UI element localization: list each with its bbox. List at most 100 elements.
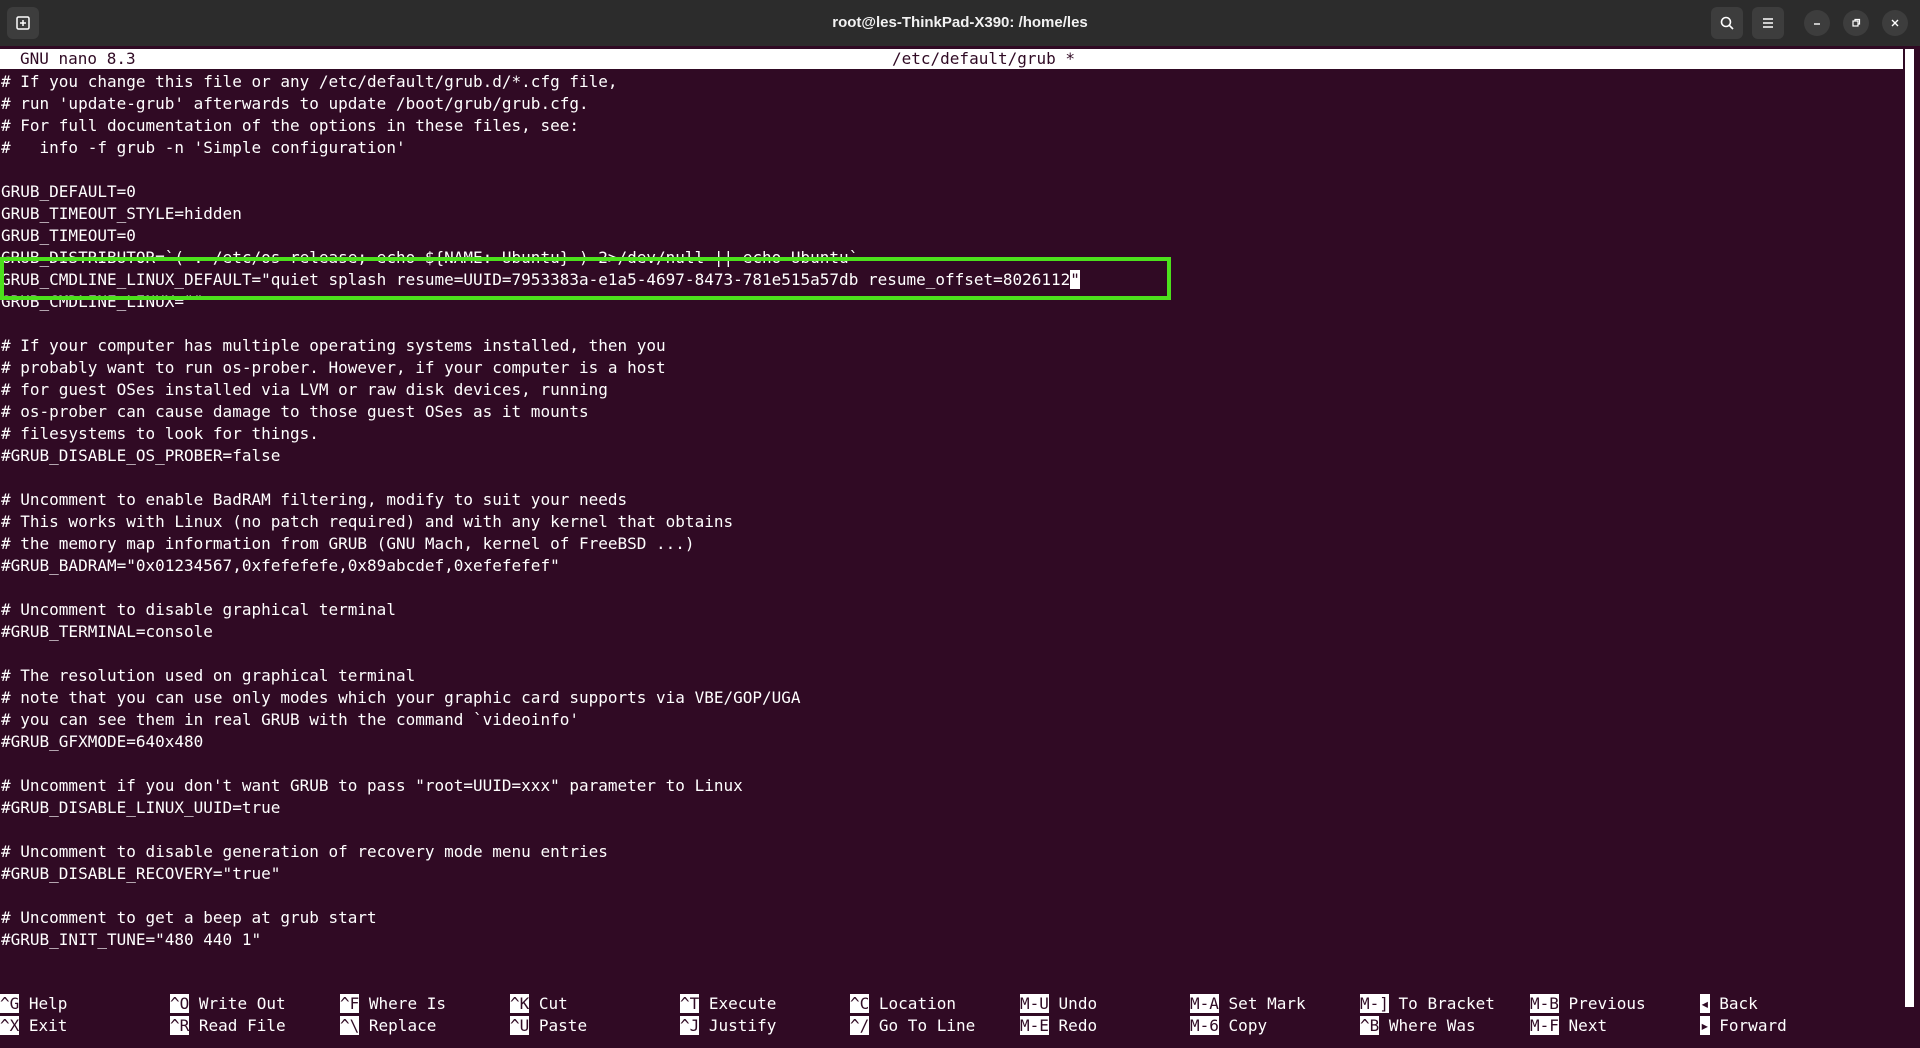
shortcut-exit[interactable]: ^X Exit (0, 1015, 67, 1037)
editor-line[interactable]: #GRUB_DISABLE_RECOVERY="true" (1, 863, 1080, 885)
shortcut-redo[interactable]: M-E Redo (1020, 1015, 1097, 1037)
line-text: #GRUB_TERMINAL=console (1, 622, 213, 641)
shortcut-back[interactable]: ◂ Back (1700, 993, 1758, 1015)
shortcut-where-is[interactable]: ^F Where Is (340, 993, 446, 1015)
line-text: # os-prober can cause damage to those gu… (1, 402, 589, 421)
editor-line[interactable]: GRUB_DEFAULT=0 (1, 181, 1080, 203)
shortcut-label: Location (878, 994, 956, 1013)
shortcut-label: Forward (1719, 1016, 1787, 1035)
shortcut-forward[interactable]: ▸ Forward (1700, 1015, 1787, 1037)
shortcut-label: Where Is (368, 994, 446, 1013)
line-text: # run 'update-grub' afterwards to update… (1, 94, 589, 113)
line-text: # for guest OSes installed via LVM or ra… (1, 380, 608, 399)
editor-line[interactable]: # If your computer has multiple operatin… (1, 335, 1080, 357)
shortcut-key: ^/ (850, 1016, 870, 1035)
shortcut-key: ^X (0, 1016, 20, 1035)
line-text: #GRUB_DISABLE_OS_PROBER=false (1, 446, 281, 465)
shortcut-previous[interactable]: M-B Previous (1530, 993, 1646, 1015)
editor-line[interactable]: # This works with Linux (no patch requir… (1, 511, 1080, 533)
editor-line[interactable]: # run 'update-grub' afterwards to update… (1, 93, 1080, 115)
editor-line[interactable]: # note that you can use only modes which… (1, 687, 1080, 709)
shortcut-read-file[interactable]: ^R Read File (170, 1015, 286, 1037)
restore-button[interactable] (1843, 10, 1869, 36)
editor-line[interactable]: # If you change this file or any /etc/de… (1, 71, 1080, 93)
shortcut-justify[interactable]: ^J Justify (680, 1015, 776, 1037)
editor-line[interactable]: # for guest OSes installed via LVM or ra… (1, 379, 1080, 401)
editor-line[interactable]: GRUB_TIMEOUT_STYLE=hidden (1, 203, 1080, 225)
shortcut-execute[interactable]: ^T Execute (680, 993, 776, 1015)
line-text: #GRUB_BADRAM="0x01234567,0xfefefefe,0x89… (1, 556, 560, 575)
editor-line[interactable]: # filesystems to look for things. (1, 423, 1080, 445)
editor-line[interactable]: #GRUB_INIT_TUNE="480 440 1" (1, 929, 1080, 951)
editor-text-area[interactable]: # If you change this file or any /etc/de… (1, 71, 1080, 951)
editor-line[interactable] (1, 753, 1080, 775)
shortcut-replace[interactable]: ^\ Replace (340, 1015, 436, 1037)
shortcut-label: Previous (1568, 994, 1646, 1013)
title-bar: root@les-ThinkPad-X390: /home/les (0, 0, 1920, 46)
line-text: #GRUB_GFXMODE=640x480 (1, 732, 204, 751)
shortcut-label: Read File (198, 1016, 286, 1035)
editor-line[interactable] (1, 313, 1080, 335)
shortcut-label: Where Was (1388, 1016, 1476, 1035)
shortcut-paste[interactable]: ^U Paste (510, 1015, 587, 1037)
shortcut-bar: ^G Help ^X Exit ^O Write Out ^R Read File ^F… (0, 993, 1920, 1037)
shortcut-label: Next (1568, 1016, 1608, 1035)
shortcut-copy[interactable]: M-6 Copy (1190, 1015, 1267, 1037)
shortcut-key: ^G (0, 994, 20, 1013)
shortcut-key: ▸ (1700, 1016, 1710, 1035)
editor-line[interactable]: # Uncomment to get a beep at grub start (1, 907, 1080, 929)
menu-button[interactable] (1752, 7, 1784, 39)
editor-line[interactable]: # For full documentation of the options … (1, 115, 1080, 137)
shortcut-set-mark[interactable]: M-A Set Mark (1190, 993, 1306, 1015)
editor-line[interactable] (1, 159, 1080, 181)
editor-line[interactable] (1, 643, 1080, 665)
shortcut-cut[interactable]: ^K Cut (510, 993, 568, 1015)
restore-icon (1852, 18, 1861, 27)
shortcut-key: M-E (1020, 1016, 1049, 1035)
minimize-button[interactable] (1804, 10, 1830, 36)
line-text: GRUB_DEFAULT=0 (1, 182, 136, 201)
shortcut-key: M-U (1020, 994, 1049, 1013)
editor-line[interactable]: #GRUB_GFXMODE=640x480 (1, 731, 1080, 753)
editor-line[interactable]: # probably want to run os-prober. Howeve… (1, 357, 1080, 379)
editor-line[interactable]: # Uncomment to enable BadRAM filtering, … (1, 489, 1080, 511)
editor-line[interactable]: #GRUB_DISABLE_LINUX_UUID=true (1, 797, 1080, 819)
shortcut-undo[interactable]: M-U Undo (1020, 993, 1097, 1015)
shortcut-key: M-6 (1190, 1016, 1219, 1035)
shortcut-help[interactable]: ^G Help (0, 993, 67, 1015)
editor-line[interactable] (1, 819, 1080, 841)
editor-line[interactable] (1, 467, 1080, 489)
editor-line[interactable]: # Uncomment if you don't want GRUB to pa… (1, 775, 1080, 797)
terminal[interactable]: GNU nano 8.3 /etc/default/grub * # If yo… (0, 46, 1920, 1048)
editor-line[interactable]: #GRUB_BADRAM="0x01234567,0xfefefefe,0x89… (1, 555, 1080, 577)
shortcut-next[interactable]: M-F Next (1530, 1015, 1607, 1037)
scrollbar[interactable] (1905, 49, 1914, 1007)
editor-line[interactable]: # Uncomment to disable graphical termina… (1, 599, 1080, 621)
line-text: # Uncomment to get a beep at grub start (1, 908, 377, 927)
editor-line[interactable]: # Uncomment to disable generation of rec… (1, 841, 1080, 863)
editor-line[interactable]: # you can see them in real GRUB with the… (1, 709, 1080, 731)
editor-line[interactable]: # os-prober can cause damage to those gu… (1, 401, 1080, 423)
editor-line[interactable]: # the memory map information from GRUB (… (1, 533, 1080, 555)
shortcut-where-was[interactable]: ^B Where Was (1360, 1015, 1476, 1037)
search-icon (1720, 16, 1734, 30)
editor-line[interactable]: # The resolution used on graphical termi… (1, 665, 1080, 687)
close-button[interactable] (1882, 10, 1908, 36)
shortcut-location[interactable]: ^C Location (850, 993, 956, 1015)
line-text: # filesystems to look for things. (1, 424, 319, 443)
editor-line[interactable]: #GRUB_TERMINAL=console (1, 621, 1080, 643)
line-text: # The resolution used on graphical termi… (1, 666, 416, 685)
shortcut-go-to-line[interactable]: ^/ Go To Line (850, 1015, 975, 1037)
editor-line[interactable]: # info -f grub -n 'Simple configuration' (1, 137, 1080, 159)
line-text: # note that you can use only modes which… (1, 688, 801, 707)
editor-line[interactable] (1, 577, 1080, 599)
editor-line[interactable] (1, 885, 1080, 907)
search-button[interactable] (1711, 7, 1743, 39)
shortcut-key: ^B (1360, 1016, 1380, 1035)
shortcut-label: Redo (1058, 1016, 1098, 1035)
line-text: #GRUB_DISABLE_LINUX_UUID=true (1, 798, 281, 817)
editor-line[interactable]: #GRUB_DISABLE_OS_PROBER=false (1, 445, 1080, 467)
editor-line[interactable]: GRUB_TIMEOUT=0 (1, 225, 1080, 247)
shortcut-to-bracket[interactable]: M-] To Bracket (1360, 993, 1495, 1015)
shortcut-write-out[interactable]: ^O Write Out (170, 993, 286, 1015)
